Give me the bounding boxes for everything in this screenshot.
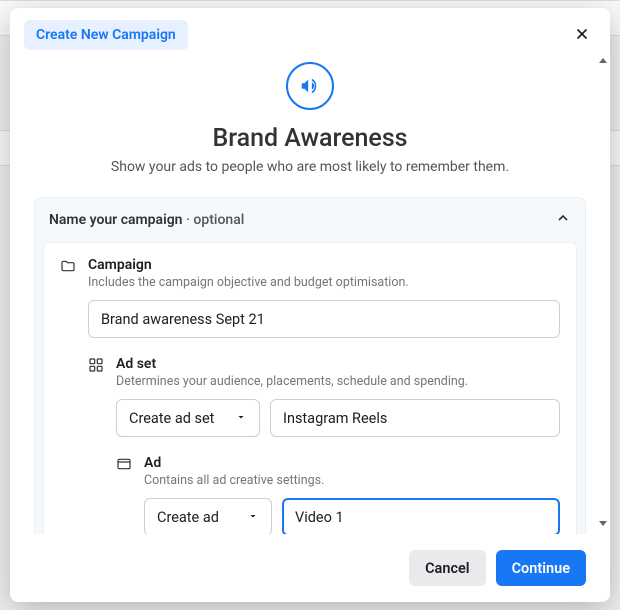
campaign-label: Campaign xyxy=(88,257,560,273)
ad-select-label: Create ad xyxy=(157,509,219,526)
caret-down-icon xyxy=(235,410,247,427)
adset-level: Ad set Determines your audience, placeme… xyxy=(88,356,560,437)
close-icon xyxy=(573,25,591,43)
adset-desc: Determines your audience, placements, sc… xyxy=(116,374,560,389)
scroll-hint xyxy=(598,58,608,526)
objective-subtitle: Show your ads to people who are most lik… xyxy=(34,159,586,175)
ad-name-input[interactable] xyxy=(282,498,560,534)
megaphone-icon xyxy=(286,62,334,110)
ad-action-select[interactable]: Create ad xyxy=(144,498,272,534)
ad-icon xyxy=(116,456,134,474)
adset-select-label: Create ad set xyxy=(129,410,214,427)
adset-action-select[interactable]: Create ad set xyxy=(116,399,260,437)
continue-button[interactable]: Continue xyxy=(496,550,586,586)
campaign-level: Campaign Includes the campaign objective… xyxy=(60,257,560,338)
ad-level: Ad Contains all ad creative settings. Cr… xyxy=(116,455,560,534)
modal-body: Brand Awareness Show your ads to people … xyxy=(10,50,610,534)
ad-desc: Contains all ad creative settings. xyxy=(144,473,560,488)
campaign-desc: Includes the campaign objective and budg… xyxy=(88,275,560,290)
folder-icon xyxy=(60,258,78,276)
chevron-up-icon xyxy=(555,210,571,230)
grid-icon xyxy=(88,357,106,375)
section-body: Campaign Includes the campaign objective… xyxy=(43,242,577,534)
section-header[interactable]: Name your campaign · optional xyxy=(35,198,585,242)
modal-footer: Cancel Continue xyxy=(10,534,610,602)
adset-label: Ad set xyxy=(116,356,560,372)
caret-down-icon xyxy=(247,509,259,526)
campaign-name-input[interactable] xyxy=(88,300,560,338)
section-title: Name your campaign · optional xyxy=(49,212,244,228)
create-new-campaign-pill[interactable]: Create New Campaign xyxy=(24,20,188,50)
modal-header: Create New Campaign xyxy=(10,8,610,50)
create-campaign-modal: Create New Campaign Brand Awareness Show… xyxy=(10,8,610,602)
objective-hero: Brand Awareness Show your ads to people … xyxy=(34,62,586,175)
adset-name-input[interactable] xyxy=(270,399,560,437)
ad-label: Ad xyxy=(144,455,560,471)
close-button[interactable] xyxy=(568,20,596,48)
objective-title: Brand Awareness xyxy=(34,124,586,153)
cancel-button[interactable]: Cancel xyxy=(409,550,486,586)
name-campaign-section: Name your campaign · optional Campaign I… xyxy=(34,197,586,534)
